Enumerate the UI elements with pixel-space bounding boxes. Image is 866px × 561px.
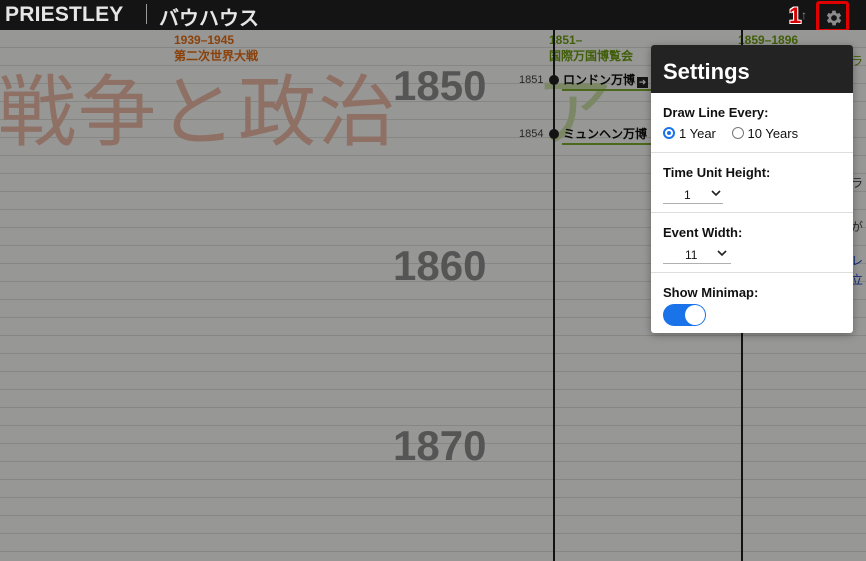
radio-10-years[interactable]: 10 Years	[731, 126, 798, 141]
brand-logo[interactable]: PRIESTLEY	[5, 3, 124, 27]
radio-1-year[interactable]: 1 Year	[663, 126, 716, 141]
share-icon[interactable]: ↑	[801, 8, 811, 22]
minimap-label: Show Minimap:	[663, 285, 759, 300]
gear-icon	[826, 10, 842, 26]
settings-button[interactable]	[816, 1, 849, 32]
timeline-title: バウハウス	[159, 8, 259, 30]
minimap-toggle[interactable]	[663, 304, 706, 326]
event-width-select[interactable]: 11	[663, 246, 731, 264]
draw-line-section: Draw Line Every: 1 Year 10 Years	[651, 93, 853, 153]
settings-panel: Settings Draw Line Every: 1 Year 10 Year…	[651, 45, 853, 333]
settings-title: Settings	[651, 45, 853, 93]
step-annotation: 1	[789, 3, 802, 28]
top-bar: PRIESTLEY バウハウス ↑ 1	[0, 0, 866, 32]
event-width-section: Event Width: 11	[651, 213, 853, 273]
chevron-down-icon	[711, 190, 721, 197]
time-unit-section: Time Unit Height: 1	[651, 153, 853, 213]
chevron-down-icon	[717, 250, 727, 257]
time-unit-label: Time Unit Height:	[663, 165, 771, 180]
draw-line-label: Draw Line Every:	[663, 105, 769, 120]
radio-checked-icon[interactable]	[663, 127, 675, 139]
radio-unchecked-icon[interactable]	[731, 127, 744, 139]
brand-separator	[146, 4, 147, 24]
time-unit-select[interactable]: 1	[663, 186, 723, 204]
draw-line-options: 1 Year 10 Years	[663, 126, 798, 141]
minimap-section: Show Minimap:	[651, 273, 853, 333]
event-width-label: Event Width:	[663, 225, 743, 240]
toggle-knob	[685, 305, 705, 325]
